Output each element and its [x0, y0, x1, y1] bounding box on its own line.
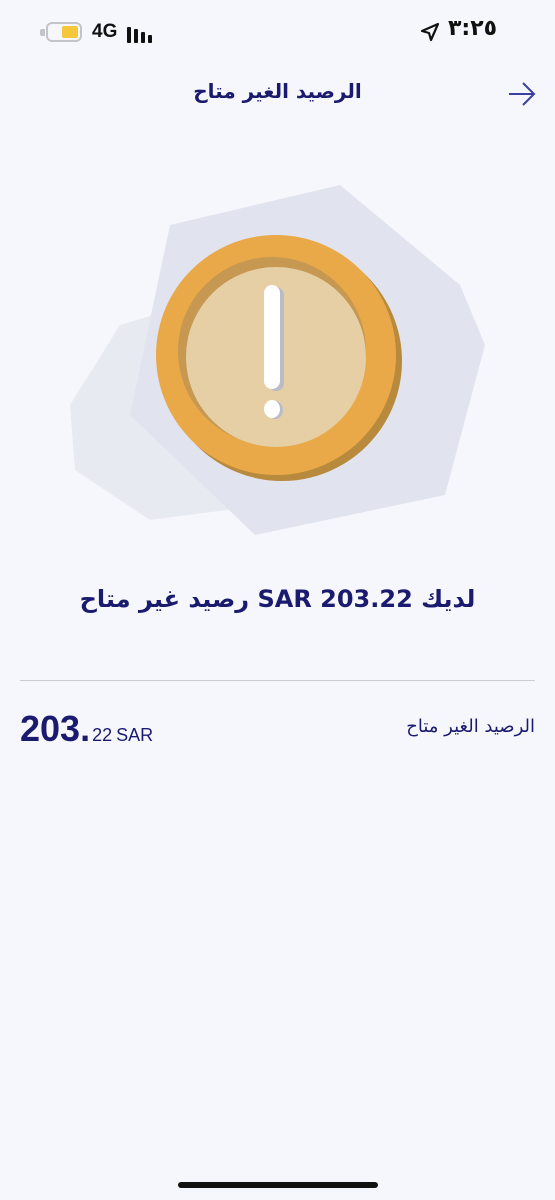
- unavailable-balance-message: لديك SAR 203.22 رصيد غير متاح: [79, 585, 476, 613]
- balance-label: الرصيد الغير متاح: [406, 716, 535, 737]
- clock: ٣:٢٥: [448, 16, 498, 41]
- status-bar: 4G ٣:٢٥: [0, 0, 555, 64]
- balance-row: 203. 22 SAR الرصيد الغير متاح: [20, 700, 535, 760]
- amount-integer: 203: [20, 708, 81, 749]
- location-arrow-icon: [420, 22, 440, 42]
- arrow-right-icon: [509, 82, 536, 106]
- back-button[interactable]: [500, 76, 542, 112]
- balance-amount: 203. 22 SAR: [20, 708, 153, 750]
- signal-icon: [127, 23, 159, 43]
- battery-icon: [46, 22, 82, 42]
- page-title: الرصيد الغير متاح: [193, 79, 362, 103]
- home-indicator[interactable]: [178, 1182, 378, 1188]
- divider: [20, 680, 535, 681]
- amount-currency: SAR: [116, 725, 154, 745]
- header: الرصيد الغير متاح: [0, 64, 555, 124]
- amount-fraction: 22: [92, 725, 113, 745]
- network-type: 4G: [92, 21, 118, 42]
- warning-coin-illustration: [70, 185, 485, 535]
- battery-nub: [40, 29, 45, 36]
- amount-separator: .: [80, 708, 91, 749]
- unavailable-balance-screen: 4G ٣:٢٥ الرصيد الغير متاح لديك SAR 203.2…: [0, 0, 555, 1200]
